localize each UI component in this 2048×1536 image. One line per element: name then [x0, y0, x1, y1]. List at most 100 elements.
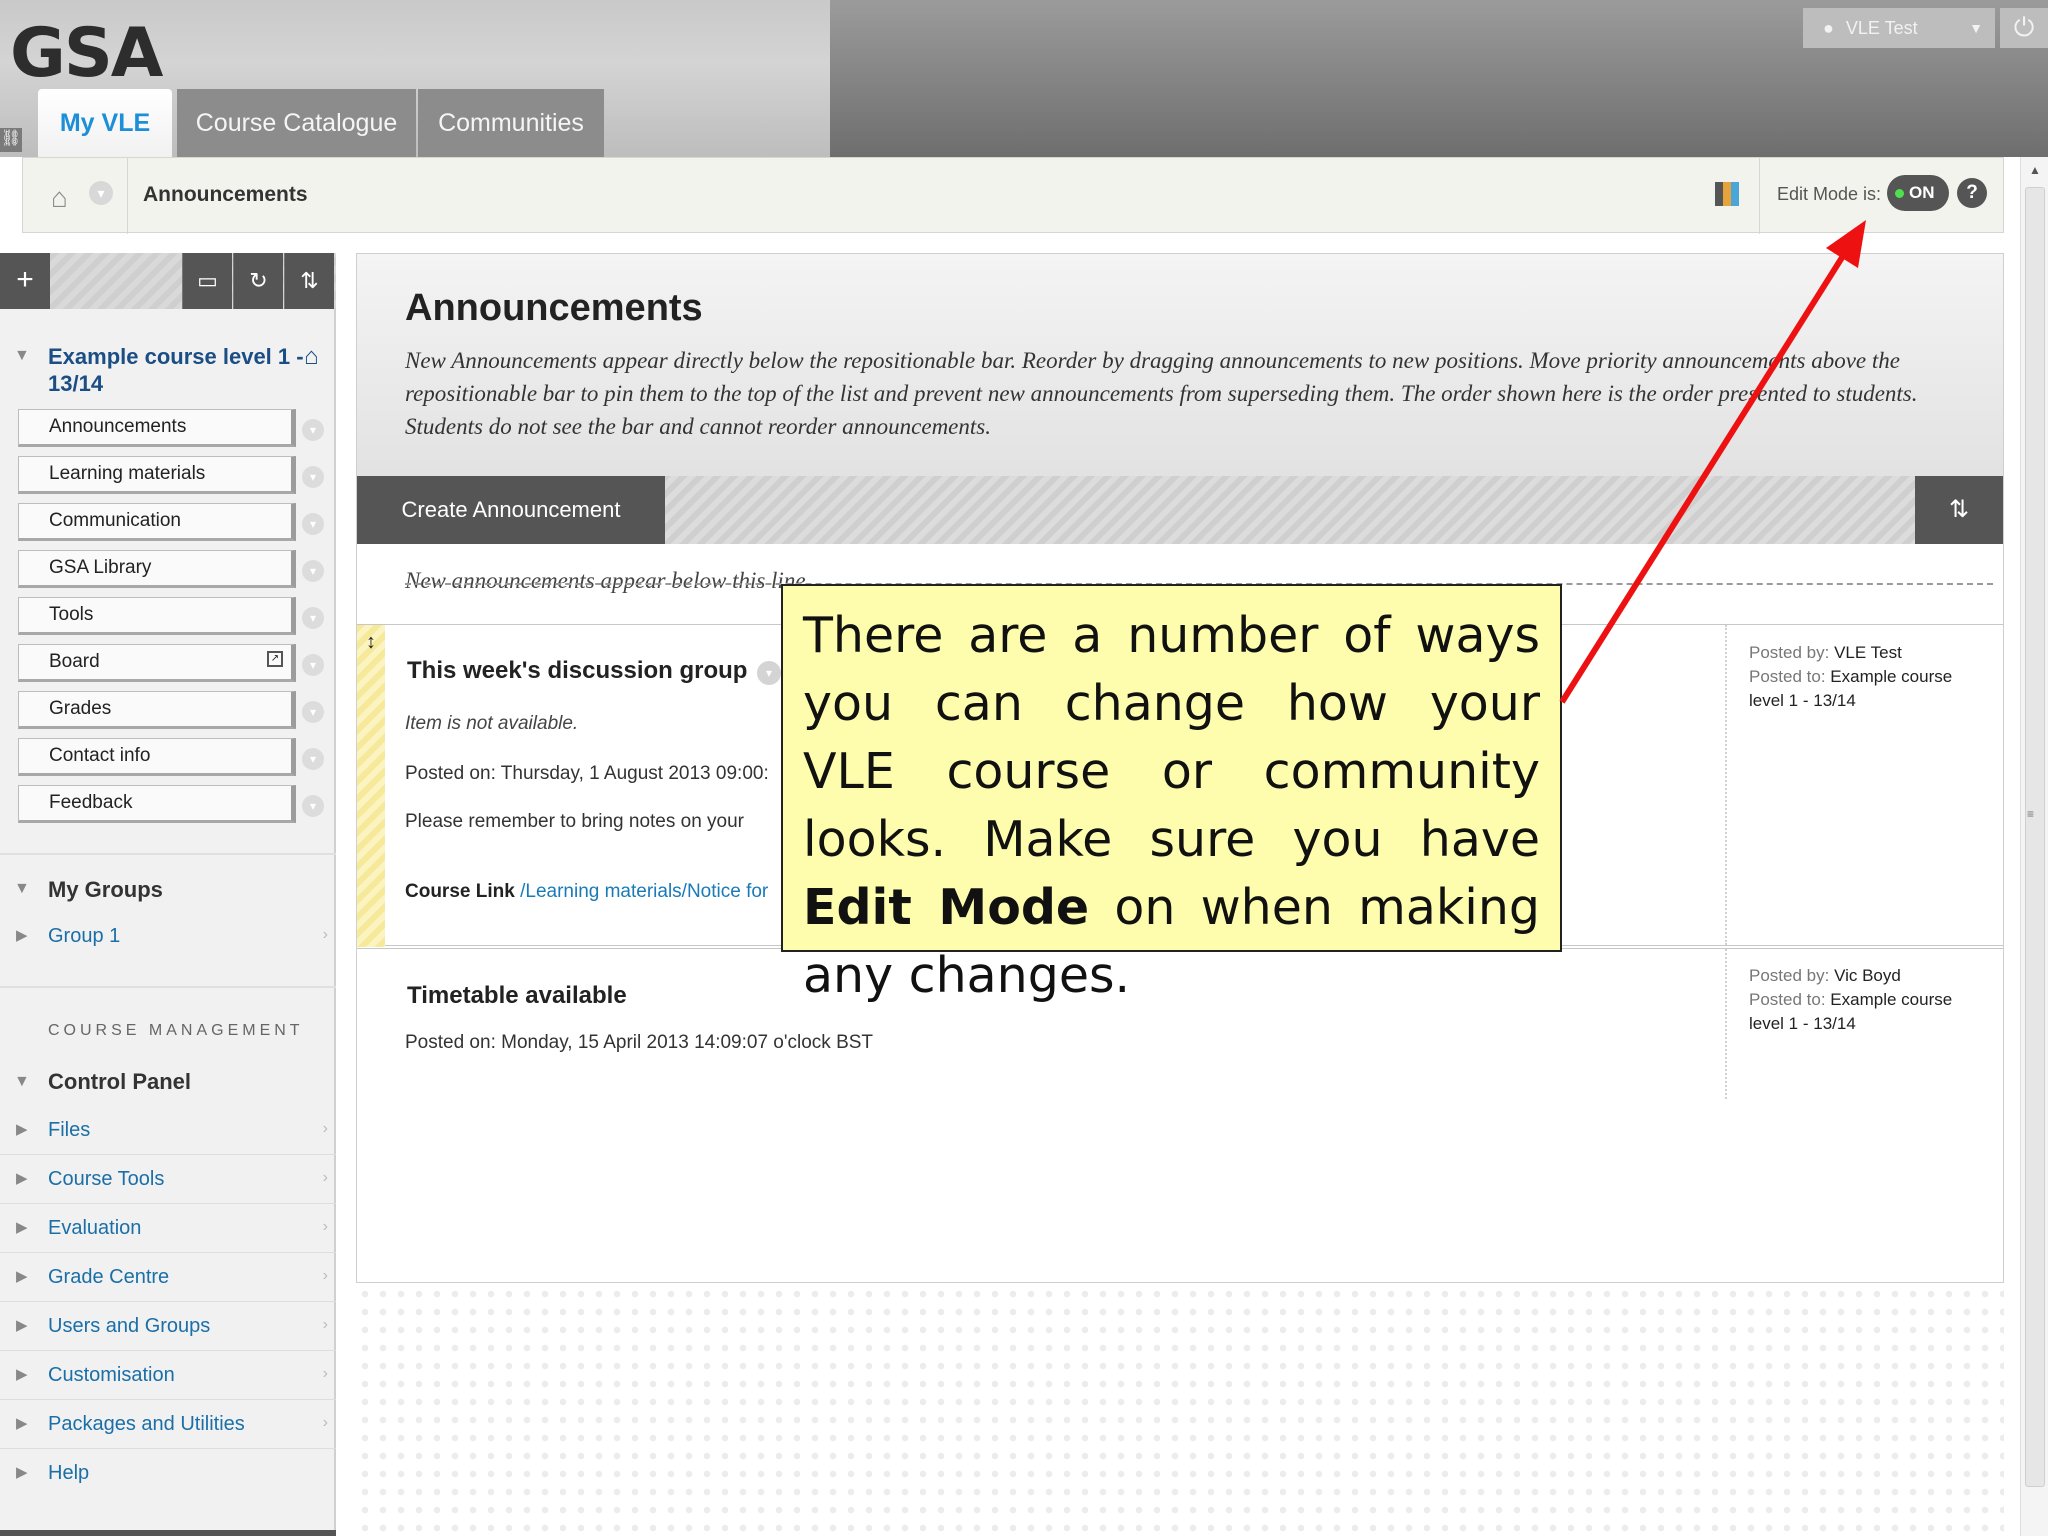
course-management-label: COURSE MANAGEMENT: [48, 1022, 304, 1039]
menu-item-contact-info[interactable]: Contact info: [18, 738, 296, 776]
menu-item-grades[interactable]: Grades: [18, 691, 296, 729]
control-panel-item-label: Customisation: [48, 1364, 175, 1386]
palette-icon[interactable]: [1715, 182, 1739, 206]
chevron-right-icon: ›: [322, 926, 328, 943]
menu-item-gsa-library[interactable]: GSA Library: [18, 550, 296, 588]
caret-down-icon[interactable]: ▼: [14, 1073, 30, 1091]
link-icon[interactable]: ⛓: [0, 128, 22, 152]
menu-item-feedback[interactable]: Feedback: [18, 785, 296, 823]
caret-right-icon: ▶: [16, 1317, 28, 1334]
control-panel-item-files[interactable]: ▶ Files ›: [0, 1107, 336, 1155]
edit-mode-toggle[interactable]: ON: [1887, 175, 1949, 211]
scrollbar[interactable]: ▲ ≡: [2020, 157, 2048, 1536]
course-link: Course Link /Learning materials/Notice f…: [405, 881, 768, 903]
control-panel-item-users-and-groups[interactable]: ▶ Users and Groups ›: [0, 1303, 336, 1351]
plus-icon[interactable]: +: [0, 253, 50, 309]
home-icon[interactable]: ⌂: [51, 182, 68, 214]
announcement-meta: Posted by: Vic Boyd Posted to: Example c…: [1749, 964, 1989, 1036]
breadcrumb-divider: [1759, 158, 1760, 234]
control-panel-item-label: Users and Groups: [48, 1315, 211, 1337]
arrow-up-icon[interactable]: ▲: [2029, 163, 2041, 177]
chevron-down-icon[interactable]: ▾: [302, 607, 324, 629]
page-title: Announcements: [405, 287, 703, 329]
control-panel-item-help[interactable]: ▶ Help: [0, 1450, 336, 1498]
posted-by-value: Vic Boyd: [1834, 966, 1901, 985]
chevron-down-icon[interactable]: ▾: [89, 181, 113, 205]
control-panel-item-course-tools[interactable]: ▶ Course Tools ›: [0, 1156, 336, 1204]
menu-item-communication[interactable]: Communication: [18, 503, 296, 541]
caret-down-icon[interactable]: ▼: [14, 347, 30, 365]
divider: [1725, 625, 1727, 945]
divider: [0, 853, 336, 855]
caret-right-icon: ▶: [16, 927, 28, 944]
posted-by-label: Posted by:: [1749, 966, 1830, 985]
chevron-right-icon: ›: [322, 1120, 328, 1137]
menu-item-board[interactable]: Board ↗: [18, 644, 296, 682]
announcement-title: This week's discussion group: [407, 657, 748, 684]
top-header: GSA My VLE Course Catalogue Communities …: [0, 0, 2048, 157]
menu-item-announcements[interactable]: Announcements: [18, 409, 296, 447]
control-panel-item-label: Course Tools: [48, 1168, 165, 1190]
control-panel-item-packages-and-utilities[interactable]: ▶ Packages and Utilities ›: [0, 1401, 336, 1449]
chevron-down-icon[interactable]: ▾: [302, 748, 324, 770]
breadcrumb-divider: [127, 158, 128, 234]
chevron-down-icon: ▼: [1969, 20, 1983, 36]
posted-by-label: Posted by:: [1749, 643, 1830, 662]
chevron-down-icon[interactable]: ▾: [302, 419, 324, 441]
caret-right-icon: ▶: [16, 1366, 28, 1383]
course-link-target[interactable]: /Learning materials/Notice for: [520, 881, 768, 902]
announcement-title: Timetable available: [407, 982, 627, 1009]
page-header: Announcements New Announcements appear d…: [357, 254, 2003, 476]
sort-icon[interactable]: ⇅: [1915, 476, 2003, 544]
chevron-down-icon[interactable]: ▾: [302, 654, 324, 676]
menu-item-learning-materials[interactable]: Learning materials: [18, 456, 296, 494]
course-title[interactable]: Example course level 1 - 13/14: [48, 343, 328, 397]
grip-icon: ≡: [2027, 807, 2035, 821]
user-icon: ●: [1823, 17, 1834, 38]
posted-on: Posted on: Monday, 15 April 2013 14:09:0…: [405, 1032, 874, 1053]
edit-icon[interactable]: ↗: [267, 651, 283, 667]
chevron-right-icon: ›: [322, 1365, 328, 1382]
tab-course-catalogue[interactable]: Course Catalogue: [177, 89, 416, 157]
caret-down-icon[interactable]: ▼: [14, 880, 30, 898]
course-menu: + ▭ ↻ ⇅ ▼ Example course level 1 - 13/14…: [0, 253, 336, 1536]
group-link[interactable]: ▶ Group 1 ›: [0, 913, 336, 961]
breadcrumb: ⌂ ▾ Announcements Edit Mode is: ON ?: [22, 157, 2004, 234]
folder-icon[interactable]: ▭: [182, 253, 232, 309]
control-panel-item-evaluation[interactable]: ▶ Evaluation ›: [0, 1205, 336, 1253]
posted-on: Posted on: Thursday, 1 August 2013 09:00…: [405, 763, 769, 784]
breadcrumb-current: Announcements: [143, 183, 308, 206]
chevron-down-icon[interactable]: ▾: [302, 701, 324, 723]
chevron-down-icon[interactable]: ▾: [302, 513, 324, 535]
announcement-body: Please remember to bring notes on your: [405, 811, 745, 832]
menu-item-tools[interactable]: Tools: [18, 597, 296, 635]
chevron-down-icon[interactable]: ▾: [302, 795, 324, 817]
control-panel-item-grade-centre[interactable]: ▶ Grade Centre ›: [0, 1254, 336, 1302]
chevron-down-icon[interactable]: ▾: [757, 661, 781, 685]
create-announcement-button[interactable]: Create Announcement: [357, 476, 665, 544]
edit-mode-value: ON: [1909, 183, 1935, 202]
tab-communities[interactable]: Communities: [418, 89, 604, 157]
control-panel-heading[interactable]: Control Panel: [48, 1069, 191, 1095]
caret-right-icon: ▶: [16, 1219, 28, 1236]
announcement-item[interactable]: Timetable available Posted on: Monday, 1…: [357, 948, 2003, 1248]
refresh-icon[interactable]: ↻: [233, 253, 283, 309]
drag-handle-icon[interactable]: ↕: [357, 625, 385, 947]
control-panel-item-customisation[interactable]: ▶ Customisation ›: [0, 1352, 336, 1400]
chevron-down-icon[interactable]: ▾: [302, 560, 324, 582]
scrollbar-thumb[interactable]: [2025, 187, 2045, 1487]
home-icon[interactable]: ⌂: [304, 343, 319, 371]
divider: [0, 986, 336, 988]
tab-my-vle[interactable]: My VLE: [38, 89, 172, 157]
menu-item-label: Board: [49, 651, 100, 672]
chevron-right-icon: ›: [322, 1316, 328, 1333]
sort-icon[interactable]: ⇅: [284, 253, 334, 309]
group-label: Group 1: [48, 925, 121, 947]
divider: [1725, 949, 1727, 1099]
chevron-right-icon: ›: [322, 1414, 328, 1431]
power-icon[interactable]: ⏻: [2000, 8, 2048, 48]
chevron-down-icon[interactable]: ▾: [302, 466, 324, 488]
my-groups-heading[interactable]: My Groups: [48, 877, 163, 903]
help-icon[interactable]: ?: [1957, 178, 1987, 208]
user-menu[interactable]: ● VLE Test ▼: [1803, 8, 1995, 48]
